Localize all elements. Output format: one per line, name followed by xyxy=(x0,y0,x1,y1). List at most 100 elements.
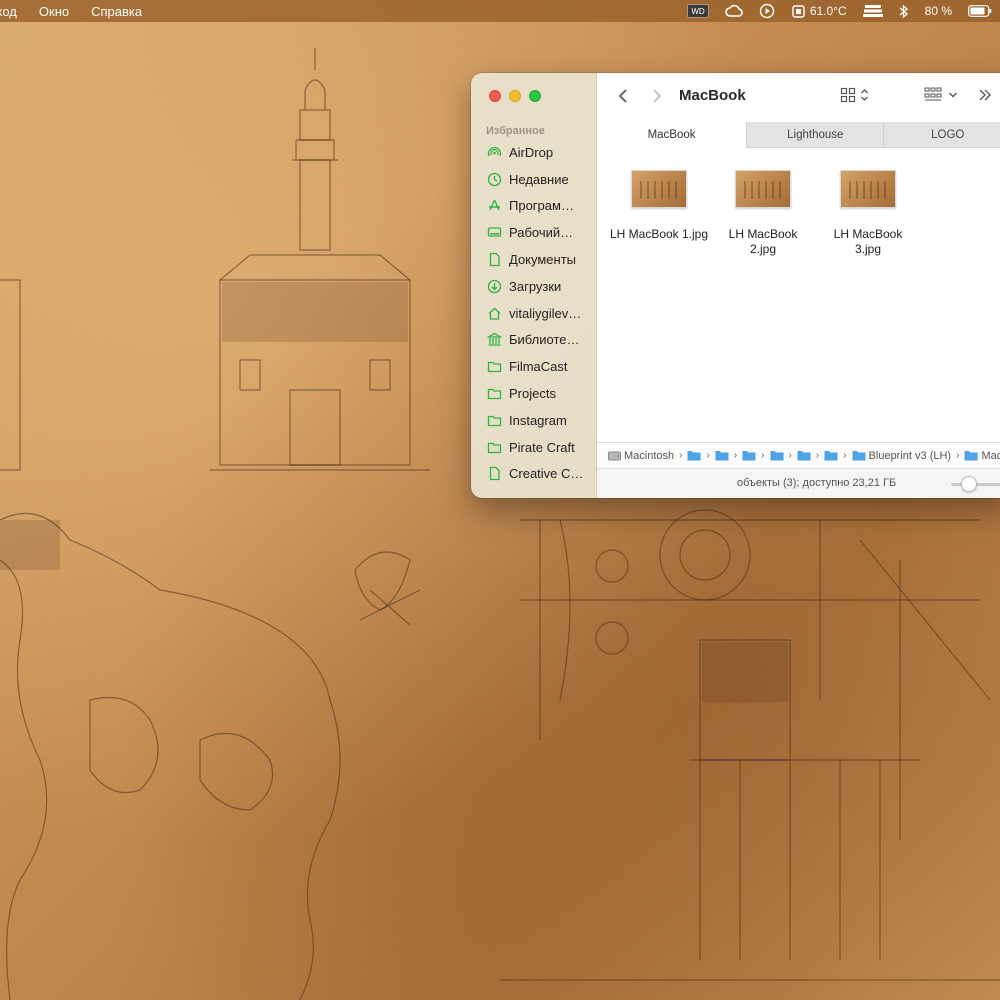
folder-icon xyxy=(487,386,502,401)
bluetooth-icon[interactable] xyxy=(899,4,909,19)
menu-item-window[interactable]: Окно xyxy=(39,4,81,19)
chevron-right-icon: › xyxy=(956,450,960,461)
menu-item-help[interactable]: Справка xyxy=(91,4,154,19)
folder-icon xyxy=(487,413,502,428)
stack-icon[interactable] xyxy=(862,4,883,18)
back-button[interactable] xyxy=(613,86,633,106)
chevron-down-icon xyxy=(949,92,957,98)
sidebar-item-label: Projects xyxy=(509,386,556,402)
tab-lighthouse[interactable]: Lighthouse xyxy=(746,122,883,148)
file-name: LH MacBook 2.jpg xyxy=(713,227,813,257)
chevron-left-icon xyxy=(618,89,627,103)
menu-item-go[interactable]: ход xyxy=(0,4,29,19)
forward-button[interactable] xyxy=(647,86,667,106)
play-icon[interactable] xyxy=(759,3,775,19)
sidebar-item-label: Недавние xyxy=(509,171,569,187)
path-crumb-folder[interactable] xyxy=(715,450,729,461)
path-crumb-label: Mac xyxy=(981,449,1000,462)
file-icon xyxy=(487,466,502,481)
chevron-right-icon: › xyxy=(815,450,820,461)
path-crumb-folder[interactable] xyxy=(770,450,784,461)
path-crumb-folder[interactable] xyxy=(824,450,838,461)
airdrop-icon xyxy=(487,145,502,160)
folder-icon xyxy=(770,451,784,461)
close-button[interactable] xyxy=(489,90,501,102)
sidebar-item-library[interactable]: Библиоте… xyxy=(471,327,596,354)
chevron-right-icon: › xyxy=(679,450,683,461)
tab-macbook[interactable]: MacBook xyxy=(597,122,747,148)
group-button[interactable] xyxy=(924,87,958,103)
path-crumb-current[interactable]: Mac xyxy=(964,450,1000,462)
sidebar-item-airdrop[interactable]: AirDrop xyxy=(471,139,596,166)
finder-content: MacBook MacBook Lighthouse LOGO LH MacBo… xyxy=(597,73,1000,498)
applications-icon xyxy=(487,198,502,213)
file-name-line: 3.jpg xyxy=(854,242,882,256)
folder-icon xyxy=(487,440,502,455)
sidebar-item-label: Creative C… xyxy=(509,466,584,482)
folder-icon xyxy=(715,451,729,461)
image-thumbnail xyxy=(735,170,791,208)
download-icon xyxy=(487,279,502,294)
path-crumb-folder[interactable] xyxy=(797,450,811,461)
finder-sidebar: Избранное AirDrop Недавние Програм… Рабо… xyxy=(471,73,597,498)
chevron-up-down-icon xyxy=(861,89,868,101)
folder-icon xyxy=(797,451,811,461)
file-name-line: LH MacBook xyxy=(833,227,903,241)
library-icon xyxy=(487,332,502,347)
double-chevron-right-icon xyxy=(979,89,991,101)
sidebar-item-home[interactable]: vitaliygilev… xyxy=(471,300,596,327)
file-item[interactable]: LH MacBook 1.jpg xyxy=(609,170,709,242)
battery-icon[interactable] xyxy=(968,5,992,17)
sidebar-item-label: vitaliygilev… xyxy=(509,305,582,321)
chevron-right-icon: › xyxy=(706,450,710,461)
sidebar-item-recents[interactable]: Недавние xyxy=(471,166,596,193)
finder-toolbar: MacBook xyxy=(597,73,1000,121)
sidebar-item-applications[interactable]: Програм… xyxy=(471,193,596,220)
cpu-temperature[interactable]: 61.0°C xyxy=(791,4,847,19)
path-crumb-disk[interactable]: Macintosh xyxy=(608,450,674,462)
group-grid-icon xyxy=(924,87,942,101)
sidebar-item-label: Документы xyxy=(509,252,577,268)
minimize-button[interactable] xyxy=(509,90,521,102)
file-name: LH MacBook 3.jpg xyxy=(818,227,918,257)
status-bar: объекты (3); доступно 23,21 ГБ xyxy=(597,468,1000,498)
sidebar-item-filmacast[interactable]: FilmaCast xyxy=(471,353,596,380)
creative-cloud-icon[interactable] xyxy=(725,4,743,18)
path-crumb-folder[interactable] xyxy=(687,450,701,461)
tab-logo[interactable]: LOGO xyxy=(883,122,1000,148)
chevron-right-icon: › xyxy=(788,450,792,461)
file-name-line: LH MacBook xyxy=(728,227,798,241)
battery-percent: 80 % xyxy=(924,4,952,18)
chevron-right-icon: › xyxy=(761,450,765,461)
sidebar-item-label: Библиоте… xyxy=(509,332,580,348)
path-crumb-blueprint[interactable]: Blueprint v3 (LH) xyxy=(852,449,952,462)
icon-size-slider-knob[interactable] xyxy=(961,476,977,492)
path-crumb-folder[interactable] xyxy=(742,450,756,461)
sidebar-item-desktop[interactable]: Рабочий… xyxy=(471,219,596,246)
sidebar-item-label: Загрузки xyxy=(509,278,562,294)
folder-icon xyxy=(852,451,866,461)
hard-drive-icon xyxy=(608,451,621,460)
file-item[interactable]: LH MacBook 3.jpg xyxy=(818,170,918,257)
file-item[interactable]: LH MacBook 2.jpg xyxy=(713,170,813,257)
path-crumb-label: Blueprint v3 (LH) xyxy=(868,449,952,462)
file-name-line: 2.jpg xyxy=(749,242,777,256)
sidebar-item-creative-cloud[interactable]: Creative C… xyxy=(471,461,596,488)
view-mode-button[interactable] xyxy=(840,87,869,103)
sidebar-item-documents[interactable]: Документы xyxy=(471,246,596,273)
sidebar-heading: Избранное xyxy=(486,125,545,137)
sidebar-item-projects[interactable]: Projects xyxy=(471,380,596,407)
menu-bar: ход Окно Справка WD 61.0°C 80 % xyxy=(0,0,1000,22)
toolbar-overflow-button[interactable] xyxy=(977,87,993,108)
image-thumbnail xyxy=(840,170,896,208)
sidebar-item-instagram[interactable]: Instagram xyxy=(471,407,596,434)
sidebar-item-label: Pirate Craft xyxy=(509,439,575,455)
wd-drive-icon[interactable]: WD xyxy=(686,4,709,18)
sidebar-item-label: FilmaCast xyxy=(509,359,568,375)
sidebar-item-pirate-craft[interactable]: Pirate Craft xyxy=(471,434,596,461)
zoom-button[interactable] xyxy=(529,90,541,102)
chevron-right-icon: › xyxy=(733,450,738,461)
sidebar-item-downloads[interactable]: Загрузки xyxy=(471,273,596,300)
finder-window: Избранное AirDrop Недавние Програм… Рабо… xyxy=(471,73,1000,498)
file-name: LH MacBook 1.jpg xyxy=(609,227,709,242)
